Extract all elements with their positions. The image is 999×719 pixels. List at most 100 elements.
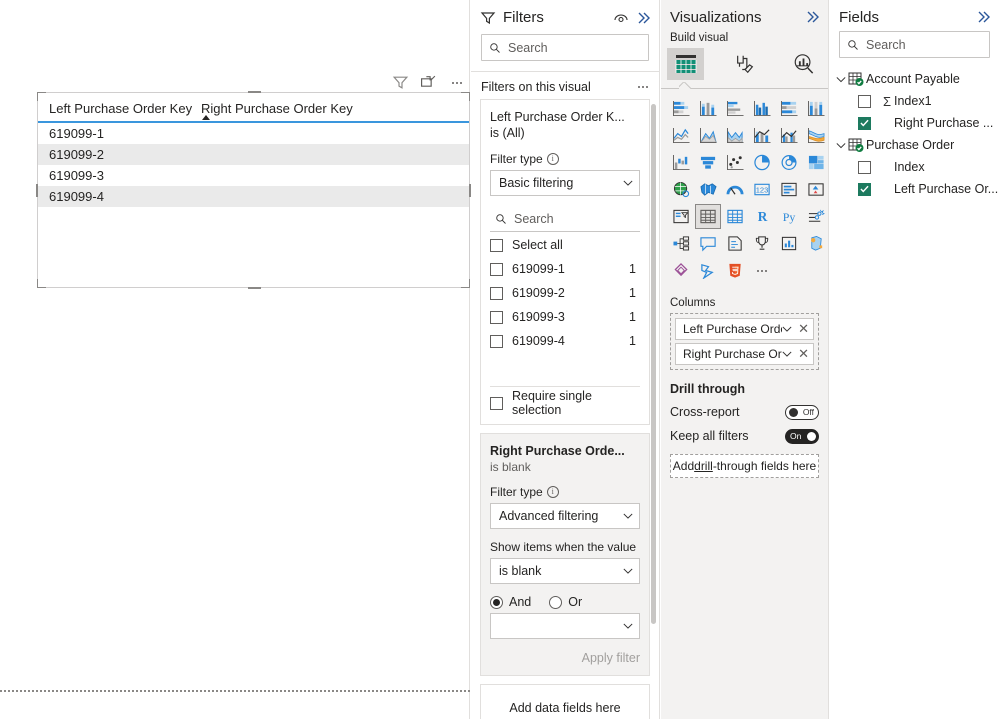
fields-table-account-payable[interactable]: Account Payable	[830, 68, 999, 90]
remove-field-icon[interactable]: ✕	[798, 346, 809, 362]
field-index1[interactable]: Σ Index1	[830, 90, 999, 112]
viz-clustered-column-chart[interactable]	[749, 96, 775, 121]
radio-or[interactable]	[549, 595, 563, 609]
checkbox-icon[interactable]	[858, 160, 871, 174]
viz-multi-row-card[interactable]	[776, 177, 802, 202]
table-row[interactable]: 619099-2	[38, 144, 469, 165]
viz-100-stacked-bar-chart[interactable]	[776, 96, 802, 121]
viz-scatter-chart[interactable]	[722, 150, 748, 175]
format-visual-tab[interactable]	[726, 48, 763, 80]
fields-search-input[interactable]: Search	[839, 31, 990, 58]
checkbox-checked-icon[interactable]	[858, 116, 871, 130]
checkbox-icon[interactable]	[858, 94, 871, 108]
build-visual-tab[interactable]	[667, 48, 704, 80]
hide-filter-pane-icon[interactable]	[613, 10, 629, 26]
viz-q-and-a[interactable]	[695, 231, 721, 256]
viz-power-apps-visual[interactable]	[668, 258, 694, 283]
viz-matrix[interactable]	[722, 204, 748, 229]
table-row[interactable]: 619099-1	[38, 122, 469, 144]
column-header-left-purchase-order-key[interactable]: Left Purchase Order Key	[38, 93, 196, 123]
focus-mode-icon[interactable]	[420, 74, 437, 91]
resize-handle-bottom[interactable]	[247, 287, 261, 289]
table-row[interactable]: 619099-4	[38, 186, 469, 207]
viz-table[interactable]	[695, 204, 721, 229]
info-icon[interactable]: i	[546, 153, 559, 165]
viz-stacked-bar-chart[interactable]	[668, 96, 694, 121]
require-single-selection-row[interactable]: Require single selection	[490, 389, 640, 417]
chevron-expanded-icon[interactable]	[836, 76, 848, 83]
viz-paginated-report[interactable]	[749, 231, 775, 256]
viz-ribbon-chart[interactable]	[803, 123, 828, 148]
analytics-tab[interactable]	[785, 48, 822, 80]
viz-power-automate-visual[interactable]	[695, 258, 721, 283]
viz-filled-map[interactable]	[695, 177, 721, 202]
filter-value-item[interactable]: 619099-1 1	[490, 258, 640, 280]
apply-filter-button[interactable]: Apply filter	[490, 651, 640, 665]
viz-waterfall-chart[interactable]	[668, 150, 694, 175]
viz-funnel-chart[interactable]	[695, 150, 721, 175]
viz-arcgis-map[interactable]	[803, 231, 828, 256]
condition-operator-dropdown-1[interactable]: is blank	[490, 558, 640, 584]
keep-all-filters-toggle[interactable]: On	[785, 428, 819, 444]
viz-html-visual[interactable]	[722, 258, 748, 283]
resize-handle-bottom-left[interactable]	[37, 279, 46, 288]
viz-map[interactable]	[668, 177, 694, 202]
viz-decomposition-tree[interactable]	[668, 231, 694, 256]
fields-table-purchase-order[interactable]: Purchase Order	[830, 134, 999, 156]
viz-line-chart[interactable]	[668, 123, 694, 148]
resize-handle-bottom-right[interactable]	[461, 279, 470, 288]
viz-100-stacked-column-chart[interactable]	[803, 96, 828, 121]
filter-value-select-all[interactable]: Select all	[490, 234, 640, 256]
drill-through-dropzone[interactable]: Add drill -through fields here	[670, 454, 819, 478]
viz-treemap[interactable]	[803, 150, 828, 175]
filter-card-right-purchase-order-key[interactable]: Right Purchase Orde... is blank Filter t…	[480, 433, 650, 676]
field-chip-left-purchase-order-key[interactable]: Left Purchase Order K... ✕	[675, 318, 814, 340]
viz-stacked-column-chart[interactable]	[695, 96, 721, 121]
more-options-icon[interactable]	[638, 86, 648, 88]
field-chip-right-purchase-order-key[interactable]: Right Purchase Order ... ✕	[675, 343, 814, 365]
columns-well[interactable]: Left Purchase Order K... ✕ Right Purchas…	[670, 313, 819, 370]
viz-more-visuals[interactable]	[749, 258, 775, 283]
filter-card-left-purchase-order-key[interactable]: Left Purchase Order K... is (All) Filter…	[480, 99, 650, 425]
viz-r-script-visual[interactable]: R	[749, 204, 775, 229]
viz-line-stacked-column-chart[interactable]	[749, 123, 775, 148]
resize-handle-left[interactable]	[36, 184, 38, 197]
table-row[interactable]: 619099-3	[38, 165, 469, 186]
viz-python-visual[interactable]: Py	[776, 204, 802, 229]
viz-clustered-bar-chart[interactable]	[722, 96, 748, 121]
filter-value-item[interactable]: 619099-4 1	[490, 330, 640, 352]
more-options-icon[interactable]	[448, 74, 466, 91]
viz-narrative[interactable]	[722, 231, 748, 256]
chevron-down-icon[interactable]	[782, 351, 792, 357]
filter-type-dropdown[interactable]: Basic filtering	[490, 170, 640, 196]
remove-field-icon[interactable]: ✕	[798, 321, 809, 337]
collapse-pane-icon[interactable]	[804, 9, 820, 25]
viz-area-chart[interactable]	[695, 123, 721, 148]
filters-search-input[interactable]: Search	[481, 34, 649, 61]
viz-slicer[interactable]	[668, 204, 694, 229]
filters-pane-scrollbar[interactable]	[651, 104, 656, 624]
radio-and[interactable]	[490, 595, 503, 609]
filter-values-search-input[interactable]: Search	[490, 206, 640, 232]
filter-icon[interactable]	[392, 74, 409, 91]
condition-operator-dropdown-2[interactable]	[490, 613, 640, 639]
chevron-expanded-icon[interactable]	[836, 142, 848, 149]
collapse-pane-icon[interactable]	[635, 10, 651, 26]
checkbox-checked-icon[interactable]	[858, 182, 871, 196]
report-canvas[interactable]: Left Purchase Order Key Right Purchase O…	[0, 0, 471, 719]
filter-type-dropdown[interactable]: Advanced filtering	[490, 503, 640, 529]
info-icon[interactable]: i	[546, 486, 559, 498]
cross-report-toggle[interactable]: Off	[785, 404, 819, 420]
viz-key-influencers[interactable]	[803, 204, 828, 229]
field-right-purchase-order-key[interactable]: Right Purchase ...	[830, 112, 999, 134]
add-data-fields-dropzone[interactable]: Add data fields here	[480, 684, 650, 719]
field-index[interactable]: Index	[830, 156, 999, 178]
field-left-purchase-order-key[interactable]: Left Purchase Or...	[830, 178, 999, 200]
viz-pie-chart[interactable]	[749, 150, 775, 175]
viz-gauge-chart[interactable]	[722, 177, 748, 202]
filter-value-item[interactable]: 619099-3 1	[490, 306, 640, 328]
collapse-pane-icon[interactable]	[975, 9, 991, 25]
viz-donut-chart[interactable]	[776, 150, 802, 175]
chevron-down-icon[interactable]	[782, 326, 792, 332]
filter-value-item[interactable]: 619099-2 1	[490, 282, 640, 304]
